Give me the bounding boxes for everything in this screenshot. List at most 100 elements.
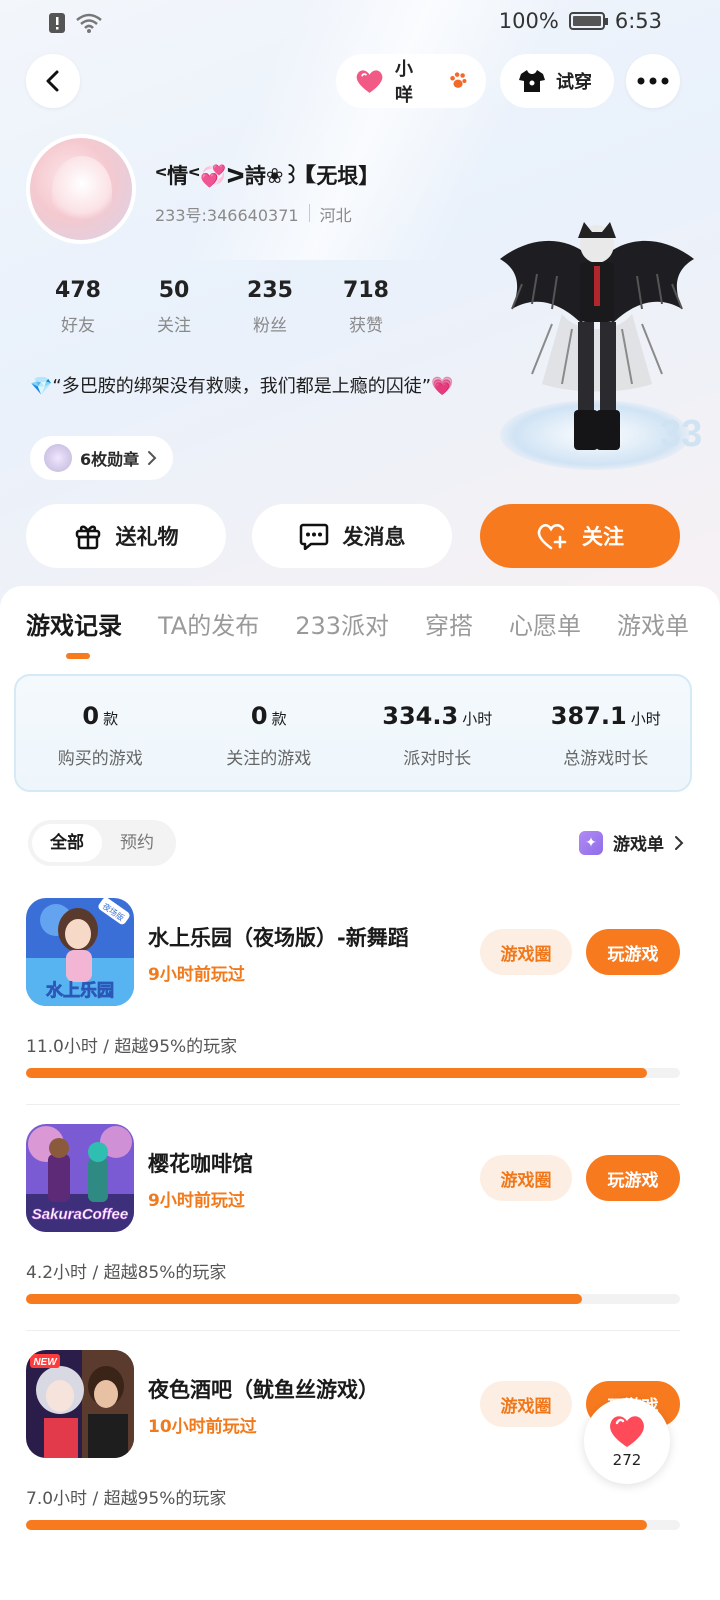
avatar[interactable] <box>26 134 136 244</box>
send-message-button[interactable]: 发消息 <box>252 504 452 568</box>
floating-like-button[interactable]: 272 <box>584 1398 670 1484</box>
game-circle-button[interactable]: 游戏圈 <box>480 1381 572 1427</box>
game-last-played: 9小时前玩过 <box>148 965 245 985</box>
user-region: 河北 <box>319 206 352 225</box>
medals-label: 6枚勋章 <box>80 450 140 469</box>
profile-stats: 478 好友 50 关注 235 粉丝 718 获赞 <box>30 278 414 336</box>
back-button[interactable] <box>26 54 80 108</box>
avatar-character[interactable]: 33 <box>492 214 702 474</box>
user-id-row: 233号:346640371 河北 <box>155 202 352 226</box>
game-name[interactable]: 夜色酒吧（鱿鱼丝游戏） <box>148 1374 379 1404</box>
game-icon-night-bar[interactable]: NEW <box>26 1350 134 1458</box>
more-dots-icon <box>637 77 669 85</box>
pet-button[interactable]: 小咩 <box>336 54 486 108</box>
back-arrow-icon <box>46 70 59 92</box>
alert-icon <box>48 12 66 38</box>
stat-following[interactable]: 50 关注 <box>126 278 222 336</box>
game-last-played: 10小时前玩过 <box>148 1417 257 1437</box>
summary-label: 总游戏时长 <box>563 749 649 769</box>
medal-icon <box>44 444 72 472</box>
game-circle-button[interactable]: 游戏圈 <box>480 929 572 975</box>
more-button[interactable] <box>626 54 680 108</box>
play-game-button[interactable]: 玩游戏 <box>586 929 680 975</box>
game-playtime-stat: 4.2小时 / 超越85%的玩家 <box>26 1263 227 1283</box>
progress-fill <box>26 1294 582 1304</box>
summary-value: 334.3 <box>382 702 459 730</box>
wifi-icon <box>76 13 102 37</box>
tab-233-party[interactable]: 233派对 <box>295 606 389 641</box>
summary-purchased[interactable]: 0款 购买的游戏 <box>16 676 185 790</box>
game-name[interactable]: 樱花咖啡馆 <box>148 1148 253 1178</box>
play-game-button[interactable]: 玩游戏 <box>586 1155 680 1201</box>
summary-label: 派对时长 <box>403 749 472 769</box>
stat-value: 50 <box>158 278 190 303</box>
stat-likes[interactable]: 718 获赞 <box>318 278 414 336</box>
try-on-label: 试穿 <box>556 72 592 93</box>
user-id[interactable]: 233号:346640371 <box>155 202 299 226</box>
game-item[interactable]: SakuraCoffee 樱花咖啡馆 9小时前玩过 游戏圈 玩游戏 4.2小时 … <box>0 1124 720 1350</box>
game-name[interactable]: 水上乐园（夜场版）-新舞蹈 <box>148 922 409 952</box>
game-list-label: 游戏单 <box>613 835 664 855</box>
progress-fill <box>26 1068 648 1078</box>
follow-button[interactable]: 关注 <box>480 504 680 568</box>
tab-game-records[interactable]: 游戏记录 <box>26 606 122 641</box>
tab-outfits[interactable]: 穿搭 <box>425 606 473 641</box>
summary-followed[interactable]: 0款 关注的游戏 <box>185 676 354 790</box>
medals-chip[interactable]: 6枚勋章 <box>30 436 174 480</box>
message-icon <box>299 523 328 550</box>
game-item[interactable]: 夜场版 水上乐园 水上乐园（夜场版）-新舞蹈 9小时前玩过 游戏圈 玩游戏 11… <box>0 898 720 1124</box>
try-on-button[interactable]: 试穿 <box>500 54 614 108</box>
status-bar: 100% 6:53 <box>0 0 720 46</box>
like-count: 272 <box>612 1451 642 1469</box>
filter-all[interactable]: 全部 <box>32 824 102 862</box>
summary-party-time: 334.3 小时 派对时长 <box>353 676 522 790</box>
game-last-played: 9小时前玩过 <box>148 1191 245 1211</box>
game-icon-waterpark[interactable]: 夜场版 水上乐园 <box>26 898 134 1006</box>
profile-tabs: 游戏记录 TA的发布 233派对 穿搭 心愿单 游戏单 <box>26 606 689 641</box>
stat-friends[interactable]: 478 好友 <box>30 278 126 336</box>
summary-label: 关注的游戏 <box>226 749 312 769</box>
paw-icon <box>450 72 467 88</box>
stat-value: 478 <box>55 278 101 303</box>
follow-label: 关注 <box>582 525 624 549</box>
playtime-progress-bar <box>26 1520 680 1530</box>
tab-game-lists[interactable]: 游戏单 <box>617 606 689 641</box>
game-playtime-stat: 7.0小时 / 超越95%的玩家 <box>26 1489 227 1509</box>
stat-label: 粉丝 <box>253 316 287 336</box>
game-icon-text: SakuraCoffee <box>32 1206 128 1223</box>
filter-reserve[interactable]: 预约 <box>102 824 172 862</box>
game-list-link[interactable]: ✦ 游戏单 <box>579 830 684 855</box>
summary-value: 0 <box>250 702 268 730</box>
active-tab-indicator <box>66 653 90 659</box>
divider <box>26 1104 680 1105</box>
battery-percent: 100% <box>498 9 559 33</box>
battery-icon <box>568 12 608 30</box>
divider <box>308 204 310 222</box>
game-icon-sakura-coffee[interactable]: SakuraCoffee <box>26 1124 134 1232</box>
send-gift-button[interactable]: 送礼物 <box>26 504 226 568</box>
game-summary-card: 0款 购买的游戏 0款 关注的游戏 334.3 小时 派对时长 387.1 小时 总… <box>14 674 692 792</box>
game-circle-button[interactable]: 游戏圈 <box>480 1155 572 1201</box>
summary-total-time: 387.1 小时 总游戏时长 <box>522 676 691 790</box>
stat-value: 718 <box>343 278 389 303</box>
summary-label: 购买的游戏 <box>57 749 143 769</box>
game-icon-text: 水上乐园 <box>46 980 114 1001</box>
tab-posts[interactable]: TA的发布 <box>158 606 259 641</box>
heart-icon <box>356 70 383 93</box>
playtime-progress-bar <box>26 1294 680 1304</box>
profile-bio: 💎“多巴胺的绑架没有救赎，我们都是上瘾的囚徒”💗 <box>30 376 454 397</box>
game-playtime-stat: 11.0小时 / 超越95%的玩家 <box>26 1037 238 1057</box>
stat-fans[interactable]: 235 粉丝 <box>222 278 318 336</box>
summary-unit: 小时 <box>462 710 493 728</box>
stat-label: 获赞 <box>349 316 383 336</box>
chevron-right-icon <box>675 835 684 850</box>
tab-wishlist[interactable]: 心愿单 <box>509 606 581 641</box>
send-message-label: 发消息 <box>342 525 406 549</box>
svg-text:33: 33 <box>660 413 702 455</box>
game-badge: NEW <box>33 1357 58 1368</box>
pet-button-label: 小咩 <box>395 59 414 106</box>
gift-icon <box>75 525 100 550</box>
username: ᑉ情ᑉ💞ᐳ詩❀꒱【无垠】 <box>155 164 380 188</box>
stat-value: 235 <box>247 278 293 303</box>
chevron-right-icon <box>148 451 157 465</box>
